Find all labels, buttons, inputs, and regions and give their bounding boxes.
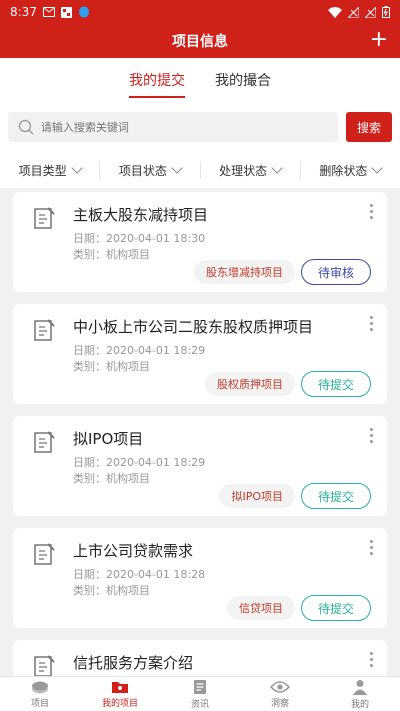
search-input[interactable]	[40, 120, 328, 134]
more-options-icon[interactable]	[370, 316, 373, 331]
search-box[interactable]	[8, 112, 338, 142]
tab-bar: 我的提交 我的撮合	[0, 58, 400, 102]
chat-app-icon	[78, 6, 89, 18]
project-card[interactable]: 中小板上市公司二股东股权质押项目 日期：2020-04-01 18:29 类别：…	[13, 304, 387, 404]
status-bar: 8:37	[0, 0, 400, 24]
project-category: 类别：机构项目	[73, 360, 150, 373]
project-title: 拟IPO项目	[73, 430, 144, 448]
filter-label: 处理状态	[219, 163, 268, 178]
project-category: 类别：机构项目	[73, 584, 150, 597]
project-card[interactable]: 主板大股东减持项目 日期：2020-04-01 18:30 类别：机构项目 股东…	[13, 192, 387, 292]
search-icon	[18, 119, 33, 135]
filter-label: 项目状态	[118, 163, 167, 178]
tab-my-matching[interactable]: 我的撮合	[215, 58, 271, 102]
nav-label: 资讯	[190, 699, 209, 710]
mail-icon	[42, 7, 55, 17]
person-icon	[353, 679, 367, 695]
project-type-tag: 股权质押项目	[205, 372, 295, 396]
filter-project-status[interactable]: 项目状态	[100, 161, 201, 179]
add-button[interactable]: +	[370, 28, 388, 52]
nav-projects[interactable]: 项目	[0, 677, 80, 711]
nav-label: 洞察	[270, 698, 289, 709]
more-options-icon[interactable]	[370, 652, 373, 667]
more-options-icon[interactable]	[370, 540, 373, 555]
chevron-down-icon	[271, 162, 283, 174]
bottom-nav: 项目 我的项目 资讯 洞察 我的	[0, 676, 400, 711]
nav-my-projects[interactable]: 我的项目	[80, 677, 160, 711]
layers-icon	[32, 681, 48, 693]
no-signal-icon	[348, 6, 359, 18]
project-date: 日期：2020-04-01 18:29	[73, 456, 206, 469]
more-options-icon[interactable]	[370, 428, 373, 443]
filter-bar: 项目类型 项目状态 处理状态 删除状态	[0, 152, 400, 188]
project-title: 信托服务方案介绍	[73, 654, 194, 672]
battery-icon	[382, 6, 390, 18]
project-list: 主板大股东减持项目 日期：2020-04-01 18:30 类别：机构项目 股东…	[0, 188, 400, 676]
project-title: 主板大股东减持项目	[73, 206, 209, 224]
nav-label: 我的项目	[101, 698, 138, 709]
project-card[interactable]: 拟IPO项目 日期：2020-04-01 18:29 类别：机构项目 拟IPO项…	[13, 416, 387, 516]
project-date: 日期：2020-04-01 18:28	[73, 568, 206, 581]
project-date: 日期：2020-04-01 18:29	[73, 344, 206, 357]
nav-label: 项目	[30, 698, 49, 709]
folder-user-icon	[112, 681, 128, 693]
filter-label: 删除状态	[319, 163, 368, 178]
document-icon	[194, 679, 206, 694]
tab-label: 我的提交	[129, 73, 185, 89]
tab-my-submissions[interactable]: 我的提交	[129, 58, 185, 102]
filter-processing-status[interactable]: 处理状态	[201, 161, 301, 179]
nav-insight[interactable]: 洞察	[240, 677, 320, 711]
project-category: 类别：机构项目	[73, 472, 150, 485]
document-edit-icon	[34, 655, 55, 676]
chevron-down-icon	[70, 162, 83, 174]
project-type-tag: 股东增减持项目	[194, 260, 295, 284]
status-time: 8:37	[10, 5, 37, 19]
project-date: 日期：2020-04-01 18:30	[73, 232, 206, 245]
status-badge[interactable]: 待提交	[301, 371, 371, 397]
filter-project-type[interactable]: 项目类型	[0, 161, 101, 179]
app-grid-icon	[60, 6, 72, 18]
project-card[interactable]: 上市公司贷款需求 日期：2020-04-01 18:28 类别：机构项目 信贷项…	[13, 528, 387, 628]
search-row: 搜索	[0, 102, 400, 152]
chevron-down-icon	[371, 162, 384, 174]
nav-me[interactable]: 我的	[320, 677, 400, 711]
project-type-tag: 拟IPO项目	[219, 484, 295, 508]
wifi-icon	[328, 6, 342, 18]
nav-news[interactable]: 资讯	[160, 677, 240, 711]
page-title: 项目信息	[172, 34, 228, 50]
project-title: 中小板上市公司二股东股权质押项目	[73, 318, 314, 336]
status-badge[interactable]: 待提交	[301, 595, 371, 621]
status-badge[interactable]: 待审核	[301, 259, 371, 285]
document-edit-icon	[34, 319, 55, 341]
eye-icon	[270, 680, 290, 693]
tab-label: 我的撮合	[215, 73, 271, 89]
status-badge[interactable]: 待提交	[301, 483, 371, 509]
project-title: 上市公司贷款需求	[73, 542, 194, 560]
document-edit-icon	[34, 543, 55, 565]
app-bar: 项目信息 +	[0, 24, 400, 58]
no-signal-icon-2	[365, 6, 376, 18]
document-edit-icon	[34, 207, 55, 229]
search-button[interactable]: 搜索	[346, 112, 392, 142]
nav-label: 我的	[350, 699, 369, 710]
project-type-tag: 信贷项目	[227, 596, 295, 620]
document-edit-icon	[34, 431, 55, 453]
more-options-icon[interactable]	[370, 204, 373, 219]
filter-label: 项目类型	[18, 163, 67, 178]
project-category: 类别：机构项目	[73, 248, 150, 261]
chevron-down-icon	[171, 162, 183, 174]
project-card[interactable]: 信托服务方案介绍	[13, 640, 387, 676]
filter-delete-status[interactable]: 删除状态	[301, 161, 400, 179]
